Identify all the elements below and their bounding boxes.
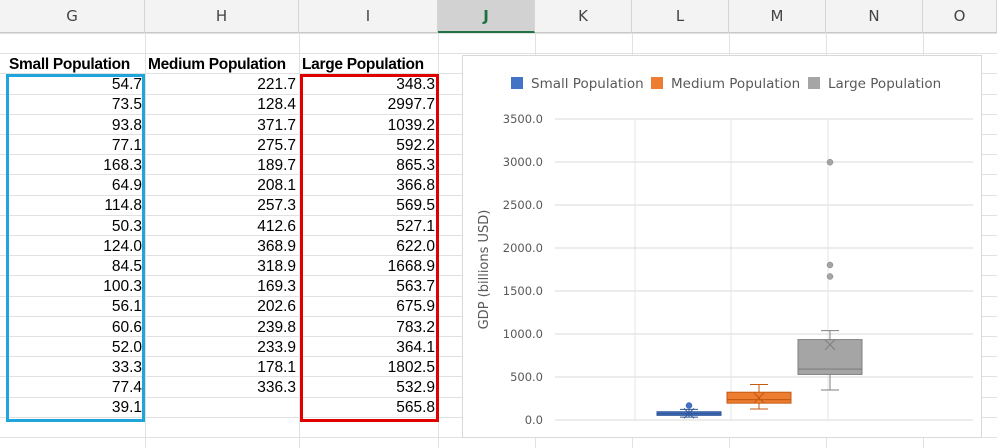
column-header-l[interactable]: L <box>632 0 729 33</box>
legend-swatch <box>651 77 663 89</box>
data-cell[interactable]: 208.1 <box>145 175 299 195</box>
data-cell[interactable]: 202.6 <box>145 296 299 316</box>
data-cell[interactable]: 371.7 <box>145 115 299 135</box>
data-cell[interactable]: 189.7 <box>145 155 299 175</box>
column-header-k[interactable]: K <box>535 0 632 33</box>
y-tick-label: 3000.0 <box>503 155 543 169</box>
legend-label: Small Population <box>531 76 644 92</box>
column-header-i[interactable]: I <box>299 0 438 33</box>
column-header-g[interactable]: G <box>0 0 145 33</box>
y-tick-label: 2000.0 <box>503 241 543 255</box>
header-cell[interactable]: Large Population <box>299 54 438 74</box>
data-cell[interactable]: 368.9 <box>145 236 299 256</box>
y-tick-label: 0.0 <box>525 413 543 427</box>
y-axis-label: GDP (billions USD) <box>477 210 492 330</box>
outlier-point <box>826 158 834 166</box>
chart-svg: 0.0 500.0 1000.0 1500.0 2000.0 2500.0 3000.0 35… <box>477 76 973 427</box>
header-cell[interactable]: Small Population <box>6 54 145 74</box>
data-cell[interactable]: 221.7 <box>145 74 299 94</box>
column-header-j[interactable]: J <box>438 0 535 33</box>
y-tick-label: 3500.0 <box>503 112 543 126</box>
legend-label: Medium Population <box>671 76 800 92</box>
data-cell[interactable]: 128.4 <box>145 94 299 114</box>
legend-swatch <box>511 77 523 89</box>
y-tick-label: 2500.0 <box>503 198 543 212</box>
data-cell[interactable]: 336.3 <box>145 377 299 397</box>
data-cell[interactable]: 239.8 <box>145 317 299 337</box>
data-cell[interactable]: 318.9 <box>145 256 299 276</box>
column-header-m[interactable]: M <box>729 0 826 33</box>
data-cell[interactable]: 169.3 <box>145 276 299 296</box>
column-header-h[interactable]: H <box>145 0 299 33</box>
legend-swatch <box>808 77 820 89</box>
data-cell[interactable]: 178.1 <box>145 357 299 377</box>
y-tick-label: 500.0 <box>510 370 543 384</box>
column-header-bar: GHIJKLMNO <box>0 0 997 33</box>
column-header-o[interactable]: O <box>923 0 997 33</box>
data-cell[interactable]: 257.3 <box>145 195 299 215</box>
y-tick-label: 1000.0 <box>503 327 543 341</box>
outlier-point <box>826 261 834 269</box>
header-cell[interactable]: Medium Population <box>145 54 299 74</box>
grid-line-horizontal <box>0 33 997 34</box>
data-cell[interactable]: 412.6 <box>145 216 299 236</box>
column-header-n[interactable]: N <box>826 0 923 33</box>
large-population-highlight <box>300 74 439 422</box>
data-cell[interactable]: 233.9 <box>145 337 299 357</box>
outlier-point <box>826 273 834 280</box>
legend-label: Large Population <box>828 76 941 92</box>
box-plot-chart[interactable]: 0.0 500.0 1000.0 1500.0 2000.0 2500.0 3000.0 35… <box>462 55 982 438</box>
small-population-highlight <box>6 74 145 422</box>
y-tick-label: 1500.0 <box>503 284 543 298</box>
data-cell[interactable]: 275.7 <box>145 135 299 155</box>
outlier-point <box>685 402 693 409</box>
